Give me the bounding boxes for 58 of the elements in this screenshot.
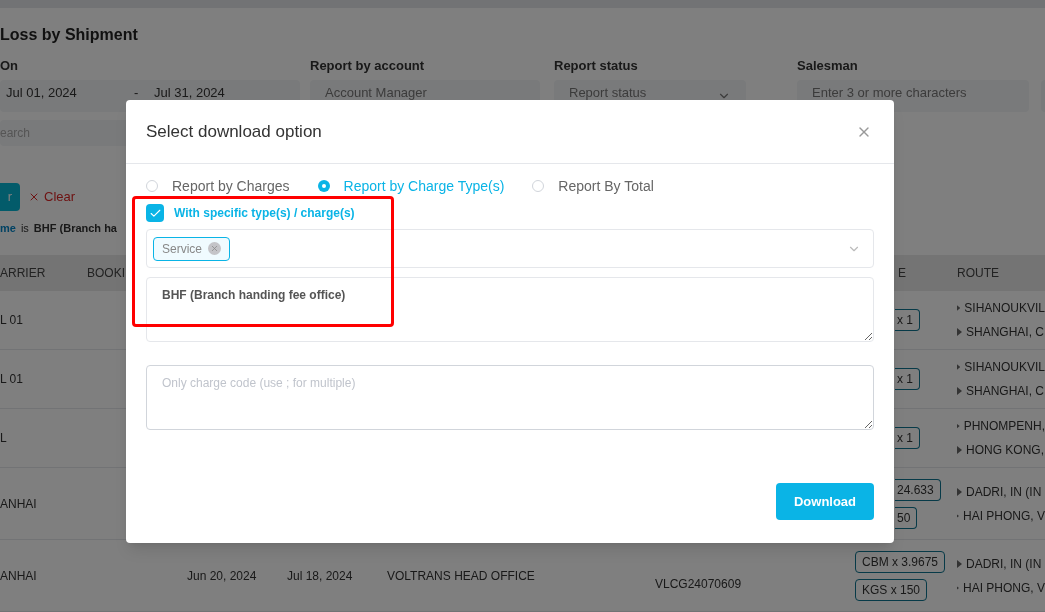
volume-tag: x 1: [895, 309, 920, 331]
filter-label: On: [0, 57, 20, 75]
caret-right-icon: [957, 363, 961, 371]
filter-operator: is: [20, 220, 29, 236]
route-stop: SHANGHAI, C: [966, 383, 1044, 400]
specific-types-checkbox[interactable]: With specific type(s) / charge(s): [146, 203, 355, 223]
table-cell: VOLTRANS HEAD OFFICE: [387, 568, 535, 583]
caret-right-icon: [957, 422, 960, 430]
route-stop: SIHANOUKVIL: [964, 300, 1045, 317]
charges-field[interactable]: BHF (Branch handing fee office): [146, 277, 874, 342]
filter-field: me: [0, 219, 16, 237]
volume-tag: CBM x 3.9675: [855, 550, 946, 573]
service-tag: Service: [153, 236, 230, 261]
route-stop: DADRI, IN (IN: [966, 483, 1042, 501]
route-stop: HAI PHONG, V: [963, 507, 1045, 525]
caret-right-icon: [957, 559, 962, 568]
volume-tag: 24.633: [895, 478, 941, 501]
charge-type-select[interactable]: Service: [146, 229, 874, 268]
table-cell: Jun 20, 2024: [187, 568, 257, 583]
column-header: ROUTE: [957, 266, 999, 280]
caret-right-icon: [957, 487, 962, 496]
filter-label: Report status: [554, 57, 639, 75]
page-title: Loss by Shipment: [0, 25, 139, 45]
table-cell: Jul 18, 2024: [287, 568, 353, 583]
download-button[interactable]: Download: [776, 483, 874, 520]
route-stop: HAI PHONG, V: [963, 579, 1045, 597]
volume-tag: x 1: [895, 368, 920, 390]
table-cell: ANHAI: [0, 496, 37, 511]
apply-button[interactable]: r: [0, 182, 20, 211]
route-stop: HONG KONG,: [966, 442, 1044, 459]
filter-label: Salesman: [797, 57, 859, 75]
charge-code-field[interactable]: Only charge code (use ; for multiple): [146, 365, 874, 430]
caret-right-icon: [957, 304, 961, 312]
route-stop: SIHANOUKVIL: [964, 359, 1045, 376]
table-cell: L: [0, 431, 7, 445]
table-cell: L 01: [0, 313, 23, 327]
volume-tag: x 1: [895, 427, 920, 449]
filter-label: Report by account: [310, 57, 426, 75]
column-header: ARRIER: [0, 266, 46, 280]
route-stop: DADRI, IN (IN: [966, 555, 1042, 573]
route-stop: SHANGHAI, C: [966, 324, 1044, 341]
column-header: E: [898, 266, 906, 280]
caret-right-icon: [957, 387, 962, 395]
table-cell: VLCG24070609: [655, 576, 742, 591]
report-option-radio[interactable]: Report by Charges: [146, 175, 290, 197]
report-option-radio[interactable]: Report by Charge Type(s): [317, 175, 505, 197]
table-cell: ANHAI: [0, 568, 37, 583]
filter-value: BHF (Branch ha: [33, 220, 117, 236]
caret-right-icon: [957, 328, 962, 336]
table-cell: L 01: [0, 372, 23, 386]
route-stop: PHNOMPENH,: [963, 418, 1045, 435]
remove-icon[interactable]: [208, 242, 221, 255]
column-header: BOOKI: [87, 266, 125, 280]
clear-button[interactable]: Clear: [28, 186, 76, 207]
volume-tag: KGS x 150: [855, 578, 928, 601]
caret-right-icon: [957, 446, 962, 454]
report-option-radio[interactable]: Report By Total: [532, 175, 654, 197]
volume-tag: 50: [895, 506, 918, 529]
